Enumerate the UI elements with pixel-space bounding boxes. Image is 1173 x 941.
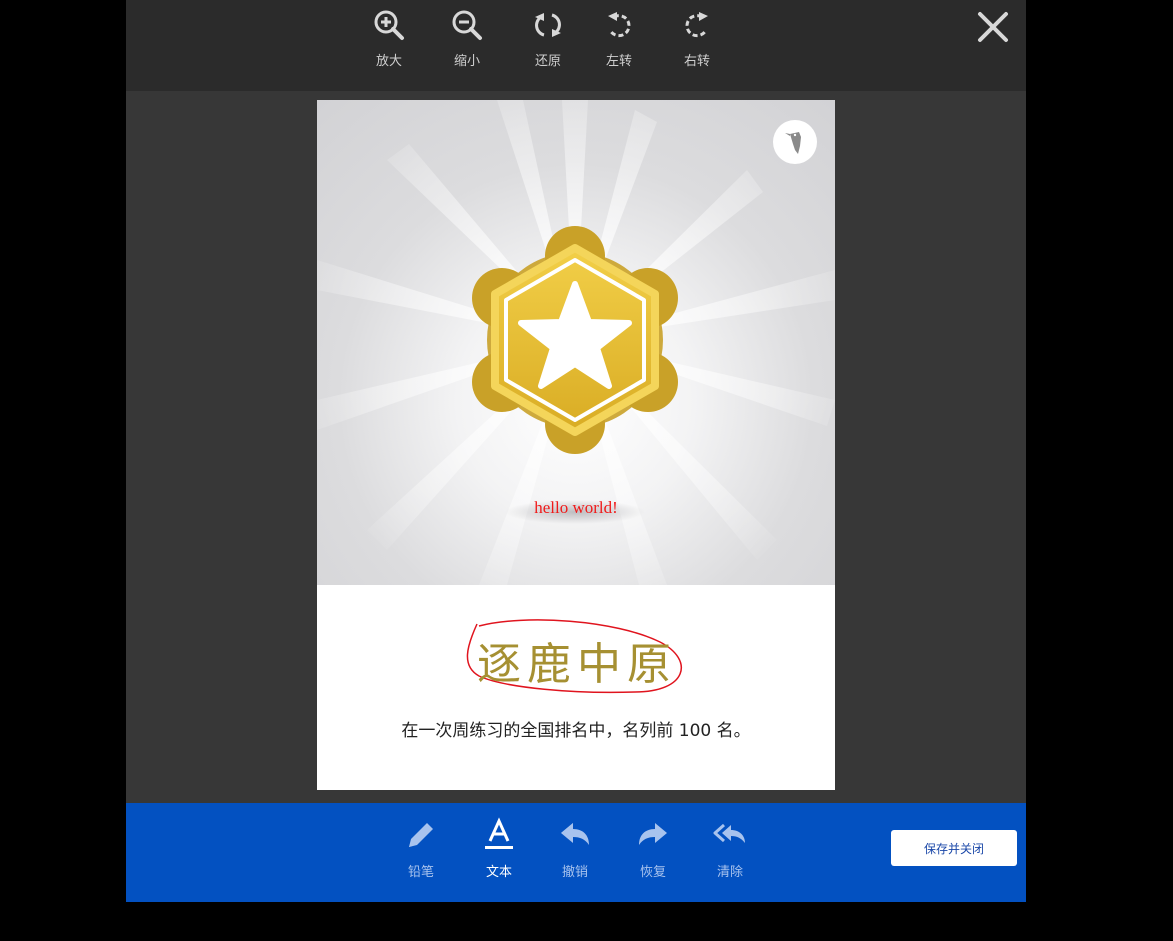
zoom-in-label: 放大 xyxy=(375,54,402,69)
reset-button[interactable]: 还原 xyxy=(520,8,576,78)
text-icon xyxy=(485,817,513,849)
pencil-button[interactable]: 铅笔 xyxy=(391,817,451,887)
undo-button[interactable]: 撤销 xyxy=(545,817,605,887)
text-label: 文本 xyxy=(485,865,512,880)
image-viewer: 放大 缩小 还原 左转 右转 hello world! 逐鹿中原 在一次周练习的… xyxy=(126,0,1026,902)
pencil-label: 铅笔 xyxy=(407,865,434,880)
clear-icon xyxy=(713,823,745,843)
badge-image: hello world! xyxy=(317,100,835,585)
handwritten-title: 逐鹿中原 xyxy=(477,639,677,690)
zoom-out-label: 缩小 xyxy=(453,54,480,69)
zoom-in-button[interactable]: 放大 xyxy=(361,8,417,78)
save-and-close-button[interactable]: 保存并关闭 xyxy=(891,830,1017,866)
rotate-right-icon xyxy=(685,12,708,38)
rotate-right-label: 右转 xyxy=(683,54,710,69)
image-canvas[interactable]: hello world! 逐鹿中原 在一次周练习的全国排名中，名列前 100 名… xyxy=(317,100,835,790)
zoom-in-icon xyxy=(374,10,404,40)
rotate-left-button[interactable]: 左转 xyxy=(591,8,647,78)
redo-button[interactable]: 恢复 xyxy=(623,817,683,887)
overlay-text[interactable]: hello world! xyxy=(317,498,835,518)
bottom-toolbar: 铅笔 文本 撤销 恢复 清除 保存并关闭 xyxy=(126,803,1026,902)
woodpecker-icon xyxy=(785,132,801,154)
zoom-out-button[interactable]: 缩小 xyxy=(439,8,495,78)
reset-icon xyxy=(535,13,561,37)
text-button[interactable]: 文本 xyxy=(469,817,529,887)
description-text: 在一次周练习的全国排名中，名列前 100 名。 xyxy=(401,721,751,741)
zoom-out-icon xyxy=(452,10,482,40)
reset-label: 还原 xyxy=(534,54,561,69)
clear-label: 清除 xyxy=(716,865,743,880)
pencil-icon xyxy=(409,823,433,847)
close-icon xyxy=(978,12,1008,42)
close-button[interactable] xyxy=(974,8,1012,46)
rotate-right-button[interactable]: 右转 xyxy=(669,8,725,78)
clear-button[interactable]: 清除 xyxy=(700,817,760,887)
woodpecker-logo xyxy=(773,120,817,164)
redo-label: 恢复 xyxy=(639,865,666,880)
redo-icon xyxy=(639,823,667,845)
undo-label: 撤销 xyxy=(561,865,588,880)
rotate-left-label: 左转 xyxy=(605,54,632,69)
top-toolbar: 放大 缩小 还原 左转 右转 xyxy=(126,0,1026,91)
undo-icon xyxy=(561,823,589,845)
rotate-left-icon xyxy=(608,12,631,38)
